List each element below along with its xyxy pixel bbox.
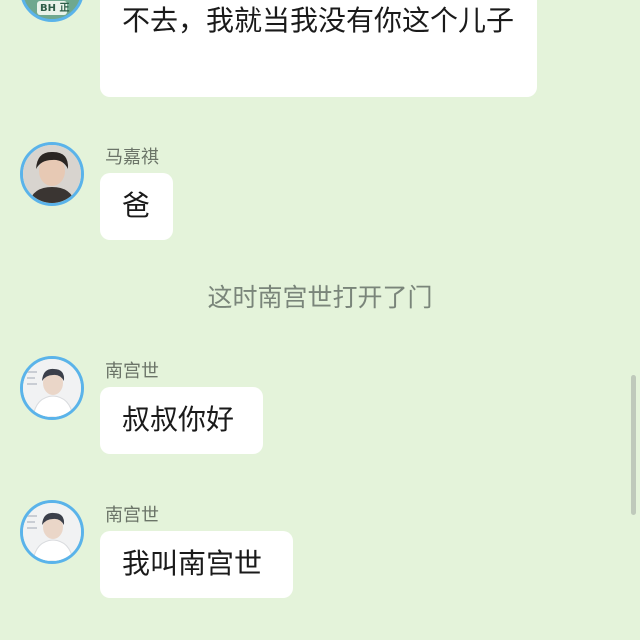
scrollbar[interactable] (631, 375, 636, 515)
message-text: 叔叔你好 (122, 403, 235, 436)
green-logo-avatar-icon[interactable]: BH 正 (20, 0, 84, 22)
message-bubble[interactable]: 不去，我就当我没有你这个儿子 (100, 0, 537, 97)
sender-name: 南宫世 (105, 361, 159, 382)
user-photo-avatar-icon[interactable] (20, 356, 84, 420)
portrait-graphic (23, 503, 81, 561)
avatar-logo-text: BH 正 (40, 3, 70, 14)
message-bubble[interactable]: 我叫南宫世 (100, 531, 293, 598)
message-bubble[interactable]: 爸 (100, 173, 173, 240)
user-photo-avatar-icon[interactable] (20, 142, 84, 206)
narration-text: 这时南宫世打开了门 (207, 283, 433, 312)
user-photo-avatar-icon[interactable] (20, 500, 84, 564)
message-text: 我叫南宫世 (122, 547, 263, 580)
message-text: 不去，我就当我没有你这个儿子 (122, 4, 515, 37)
message-text: 爸 (122, 189, 151, 222)
chat-screen[interactable]: BH 正 不去，我就当我没有你这个儿子 马嘉祺 爸 这时南宫世打开了门 南宫世 … (0, 0, 640, 640)
portrait-graphic (23, 359, 81, 417)
portrait-graphic (23, 145, 81, 203)
sender-name: 南宫世 (105, 505, 159, 526)
message-bubble[interactable]: 叔叔你好 (100, 387, 263, 454)
sender-name: 马嘉祺 (105, 147, 159, 168)
